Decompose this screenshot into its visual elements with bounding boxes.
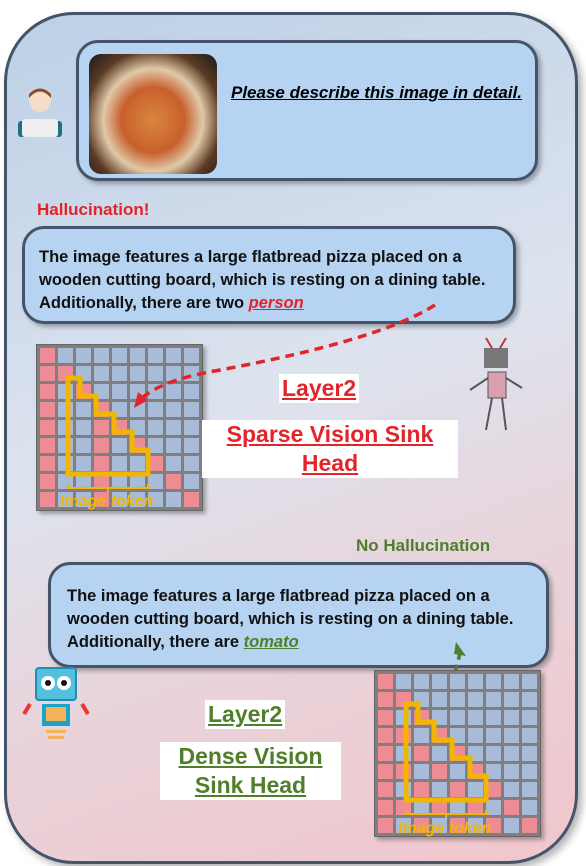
good-robot-icon <box>20 664 92 744</box>
sparse-head-label: Sparse Vision Sink Head <box>202 420 458 478</box>
pizza-photo <box>89 54 217 174</box>
sparse-image-token-label: Image token <box>60 493 154 510</box>
prompt-text: Please describe this image in detail. <box>231 83 523 102</box>
grounded-word: tomato <box>243 633 299 651</box>
no-hallucination-label: No Hallucination <box>356 536 491 555</box>
dense-head-label: Dense Vision Sink Head <box>160 742 341 800</box>
dense-layer-label: Layer2 <box>205 700 286 729</box>
hallucination-label: Hallucination! <box>37 200 150 219</box>
user-with-headset-icon <box>16 85 64 137</box>
sparse-layer-label: Layer2 <box>279 374 360 403</box>
dense-token-outline <box>403 701 489 818</box>
user-prompt-bubble: Please describe this image in detail. <box>76 40 538 181</box>
dense-image-token-label: Image token <box>398 820 492 837</box>
bad-robot-icon <box>466 334 526 434</box>
